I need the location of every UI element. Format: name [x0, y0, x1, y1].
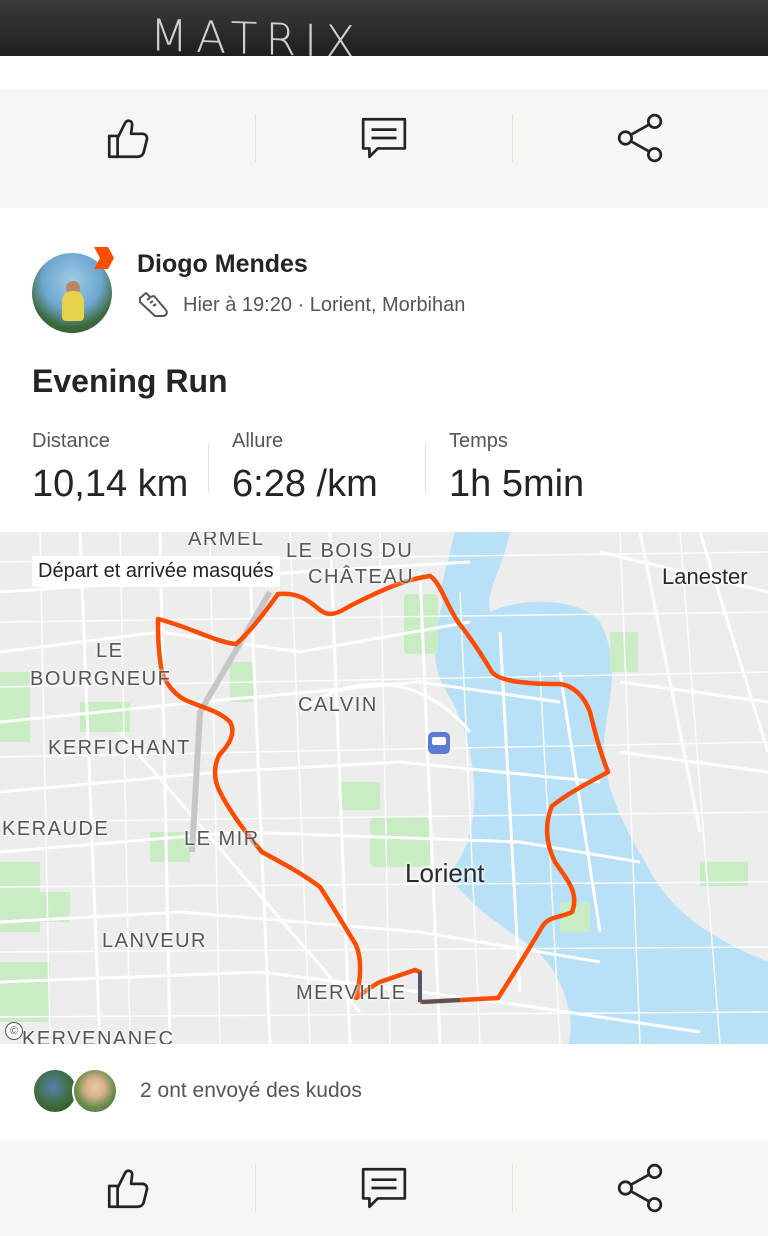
- map-label: LE BOIS DU: [286, 540, 414, 562]
- activity-meta: Hier à 19:20 · Lorient, Morbihan: [137, 290, 465, 320]
- map-label: CALVIN: [298, 694, 378, 716]
- activity-title[interactable]: Evening Run: [32, 363, 228, 400]
- athlete-name[interactable]: Diogo Mendes: [137, 250, 308, 279]
- activity-datetime-location: Hier à 19:20 · Lorient, Morbihan: [183, 293, 466, 316]
- thumbs-up-icon: [107, 119, 149, 159]
- activity-photo[interactable]: MATRIX: [0, 0, 768, 56]
- map-city-label: Lorient: [405, 858, 485, 888]
- share-icon: [618, 113, 663, 163]
- map-label: BOURGNEUF: [30, 668, 172, 690]
- map-label: LE MIR: [184, 828, 260, 850]
- map-canvas: [0, 532, 768, 1044]
- action-bar-previous: [0, 90, 768, 186]
- stat-pace: Allure 6:28 /km: [209, 430, 425, 506]
- stat-value: 6:28 /km: [232, 463, 378, 505]
- stat-label: Allure: [232, 430, 284, 452]
- comment-icon: [361, 1167, 407, 1209]
- map-label: KERFICHANT: [48, 737, 191, 759]
- kudos-button[interactable]: [0, 1140, 255, 1236]
- route-map[interactable]: Départ et arrivée masqués ARMEL LE BOIS …: [0, 532, 768, 1044]
- map-label: LE: [96, 640, 124, 662]
- athlete-avatar[interactable]: [32, 245, 116, 333]
- map-label: KERAUDE: [2, 818, 110, 840]
- activity-stats: Distance 10,14 km Allure 6:28 /km Temps …: [32, 430, 584, 506]
- stat-distance: Distance 10,14 km: [32, 430, 208, 506]
- share-button[interactable]: [513, 90, 768, 186]
- map-label-lanester: Lanester: [662, 564, 748, 589]
- share-icon: [618, 1163, 663, 1213]
- photo-brand-text: MATRIX: [150, 10, 364, 56]
- thumbs-up-icon: [107, 1169, 149, 1209]
- map-label: KERVENANEC: [22, 1028, 175, 1044]
- comment-icon: [361, 117, 407, 159]
- map-label: LANVEUR: [102, 930, 207, 952]
- map-label: CHÂTEAU: [308, 566, 415, 588]
- kudos-text: 2 ont envoyé des kudos: [140, 1079, 362, 1102]
- action-bar: [0, 1140, 768, 1236]
- subscriber-badge-icon: [94, 247, 114, 269]
- map-label: MERVILLE: [296, 982, 407, 1004]
- stat-label: Temps: [449, 430, 508, 452]
- stat-time: Temps 1h 5min: [426, 430, 584, 506]
- map-label: ARMEL: [188, 532, 265, 550]
- photo-gap: [0, 56, 768, 90]
- comment-button[interactable]: [256, 90, 511, 186]
- kudos-button[interactable]: [0, 90, 255, 186]
- stat-label: Distance: [32, 430, 110, 452]
- stat-value: 1h 5min: [449, 463, 585, 505]
- running-shoe-icon: [139, 292, 168, 317]
- map-copyright-icon[interactable]: ©: [5, 1022, 23, 1040]
- kudos-avatar: [72, 1068, 118, 1114]
- privacy-notice: Départ et arrivée masqués: [32, 556, 280, 587]
- comment-button[interactable]: [256, 1140, 511, 1236]
- kudos-summary[interactable]: 2 ont envoyé des kudos: [32, 1068, 362, 1114]
- stat-value: 10,14 km: [32, 463, 189, 505]
- activity-card[interactable]: Diogo Mendes Hier à 19:20 · Lorient, Mor…: [0, 208, 768, 1140]
- share-button[interactable]: [513, 1140, 768, 1236]
